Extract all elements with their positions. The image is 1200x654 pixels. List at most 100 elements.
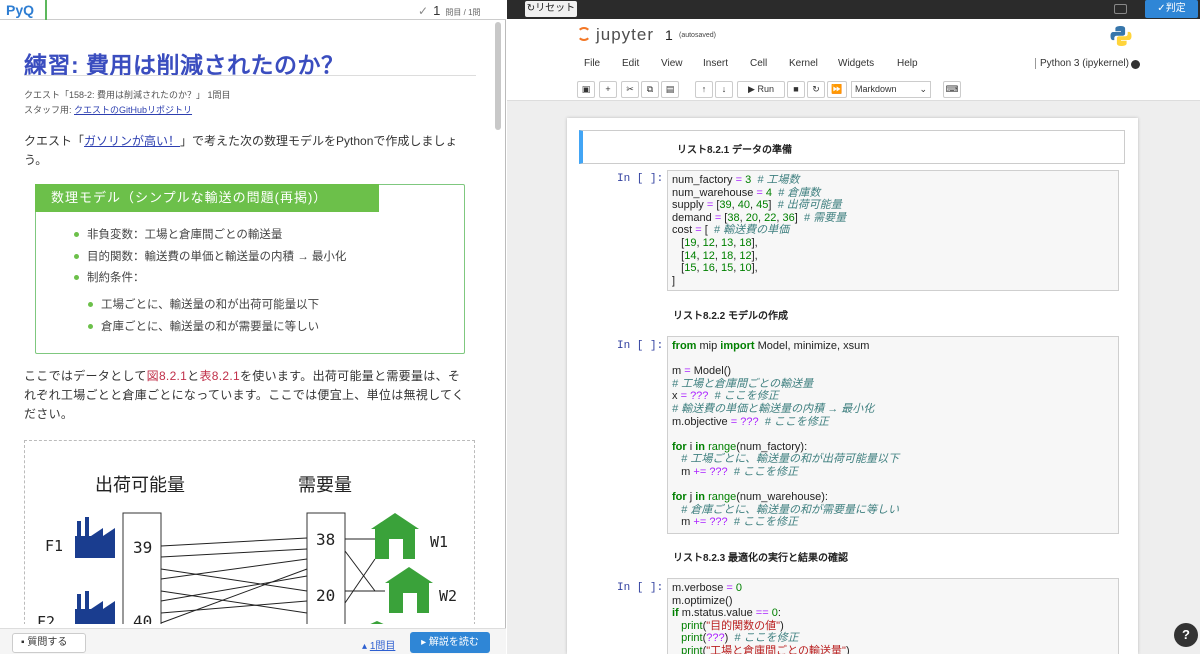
factory-icon bbox=[75, 591, 115, 624]
read-explanation-button[interactable]: ▸ 解説を読む bbox=[410, 632, 490, 653]
refresh-icon: ↻ bbox=[526, 3, 536, 14]
title-divider bbox=[24, 75, 476, 76]
check-icon: ✓ bbox=[418, 4, 429, 18]
supply-value: 39 bbox=[133, 538, 152, 557]
supply-value: 40 bbox=[133, 612, 152, 624]
jupyter-header: jupyter 1 (autosaved) File Edit View Ins… bbox=[507, 19, 1200, 101]
quest-name: クエスト「158-2: 費用は削減されたのか？」 bbox=[24, 90, 206, 100]
model-item: 非負変数：工場と倉庫間ごとの輸送量 bbox=[74, 226, 282, 242]
transport-diagram: 出荷可能量 需要量 39 40 38 20 F1 F2 W1 W2 bbox=[37, 475, 457, 624]
notebook-name[interactable]: 1 bbox=[665, 27, 673, 43]
menu-insert[interactable]: Insert bbox=[703, 58, 728, 69]
model-header: 数理モデル（シンプルな輸送の問題(再掲)） bbox=[35, 184, 379, 212]
factory-label: F1 bbox=[45, 537, 63, 555]
notebook-scrollbar[interactable] bbox=[1191, 101, 1199, 654]
judge-button[interactable]: ✓判定 bbox=[1145, 0, 1198, 18]
menu-view[interactable]: View bbox=[661, 58, 683, 69]
menu-help[interactable]: Help bbox=[897, 58, 918, 69]
add-cell-icon[interactable]: + bbox=[599, 81, 617, 98]
jupyter-logo[interactable]: jupyter bbox=[577, 25, 654, 45]
notebook-cells[interactable]: リスト8.2.1 データの準備 In [ ]: num_factory = 3 … bbox=[567, 118, 1138, 654]
command-palette-icon[interactable]: ⌨ bbox=[943, 81, 961, 98]
quest-link[interactable]: ガソリンが高い！ bbox=[84, 134, 180, 148]
stop-icon[interactable]: ■ bbox=[787, 81, 805, 98]
chat-icon: ▪ bbox=[21, 637, 25, 648]
check-icon: ✓ bbox=[1157, 3, 1166, 14]
warehouse-icon bbox=[370, 621, 384, 624]
cut-icon[interactable]: ✂ bbox=[621, 81, 639, 98]
transport-figure: 出荷可能量 需要量 39 40 38 20 F1 F2 W1 W2 bbox=[24, 440, 475, 624]
warehouse-icon bbox=[385, 567, 433, 613]
progress-accent bbox=[45, 0, 47, 20]
intro-prefix: クエスト「 bbox=[24, 134, 85, 148]
play-icon: ▸ bbox=[421, 637, 427, 648]
chevron-down-icon: ⌄ bbox=[919, 84, 927, 94]
cell-heading: リスト8.2.3 最適化の実行と結果の確認 bbox=[673, 553, 849, 564]
model-subitem: 工場ごとに、輸送量の和が出荷可能量以下 bbox=[88, 296, 319, 312]
markdown-cell-selected[interactable]: リスト8.2.1 データの準備 bbox=[579, 130, 1125, 164]
lesson-content[interactable]: 練習: 費用は削減されたのか？ クエスト「158-2: 費用は削減されたのか？」… bbox=[0, 20, 492, 624]
progress-label: 問目 / 1問 bbox=[445, 8, 481, 17]
cell-prompt: In [ ]: bbox=[617, 582, 664, 594]
supply-heading: 出荷可能量 bbox=[95, 475, 185, 496]
copy-icon[interactable]: ⧉ bbox=[641, 81, 659, 98]
run-button[interactable]: ▶ Run bbox=[737, 81, 785, 98]
figure-ref: 図8.2.1 bbox=[146, 369, 188, 383]
github-link[interactable]: クエストのGitHubリポジトリ bbox=[74, 105, 192, 115]
reset-button[interactable]: ↻リセット bbox=[525, 1, 577, 17]
pyq-logo[interactable]: PyQ bbox=[6, 2, 34, 18]
python-icon bbox=[1110, 26, 1132, 46]
cell-prompt: In [ ]: bbox=[617, 173, 664, 185]
save-icon[interactable]: ▣ bbox=[577, 81, 595, 98]
help-button[interactable]: ? bbox=[1174, 623, 1198, 647]
autosave-status: (autosaved) bbox=[679, 32, 716, 39]
quest-count: 1問目 bbox=[205, 90, 231, 100]
menu-cell[interactable]: Cell bbox=[750, 58, 767, 69]
intro-paragraph: クエスト「ガソリンが高い！」で考えた次の数理モデルをPythonで作成しましょう… bbox=[24, 132, 474, 170]
kernel-indicator[interactable]: Python 3 (ipykernel) bbox=[1035, 58, 1129, 69]
lesson-panel: PyQ ✓ 1 問目 / 1問 練習: 費用は削減されたのか？ クエスト「158… bbox=[0, 0, 506, 654]
fast-forward-icon[interactable]: ⏩ bbox=[827, 81, 847, 98]
paste-icon[interactable]: ▤ bbox=[661, 81, 679, 98]
data-paragraph: ここではデータとして図8.2.1と表8.2.1を使います。出荷可能量と需要量は、… bbox=[24, 369, 465, 421]
model-item: 目的関数：輸送費の単価と輸送量の内積 → 最小化 bbox=[74, 248, 346, 264]
menu-kernel[interactable]: Kernel bbox=[789, 58, 818, 69]
notebook-toolbar: ▣ + ✂ ⧉ ▤ ↑ ↓ ▶ Run ■ ↻ ⏩ Markdown ⌄ ⌨ bbox=[507, 81, 1200, 101]
table-ref: 表8.2.1 bbox=[199, 369, 240, 383]
lesson-footer: ▪ 質問する ▴ 1問目 ▸ 解説を読む bbox=[0, 628, 506, 654]
menu-widgets[interactable]: Widgets bbox=[838, 58, 874, 69]
menu-edit[interactable]: Edit bbox=[622, 58, 639, 69]
quest-info: クエスト「158-2: 費用は削減されたのか？」 1問目 bbox=[24, 88, 231, 101]
question-progress: ✓ 1 問目 / 1問 bbox=[418, 3, 481, 18]
warehouse-label: W2 bbox=[439, 587, 457, 605]
code-cell[interactable]: m.verbose = 0 m.optimize() if m.status.v… bbox=[667, 578, 1119, 654]
route-lines bbox=[160, 537, 385, 624]
kernel-status-icon bbox=[1131, 60, 1140, 69]
demand-heading: 需要量 bbox=[298, 475, 352, 496]
menu-file[interactable]: File bbox=[584, 58, 600, 69]
factory-icon bbox=[75, 517, 115, 558]
factory-label: F2 bbox=[37, 613, 55, 624]
move-up-icon[interactable]: ↑ bbox=[695, 81, 713, 98]
staff-info: スタッフ用: クエストのGitHubリポジトリ bbox=[24, 103, 192, 116]
model-subitem: 倉庫ごとに、輸送量の和が需要量に等しい bbox=[88, 318, 319, 334]
warehouse-label: W1 bbox=[430, 533, 448, 551]
progress-count: 1 bbox=[433, 3, 441, 18]
demand-value: 38 bbox=[316, 530, 335, 549]
model-box: 数理モデル（シンプルな輸送の問題(再掲)） 非負変数：工場と倉庫間ごとの輸送量 … bbox=[35, 184, 465, 354]
editor-topbar: ↻リセット ✓判定 bbox=[507, 0, 1200, 19]
question-nav[interactable]: ▴ 1問目 bbox=[362, 637, 395, 652]
cell-type-select[interactable]: Markdown ⌄ bbox=[851, 81, 931, 98]
lesson-topbar: PyQ ✓ 1 問目 / 1問 bbox=[0, 0, 506, 20]
model-item: 制約条件： bbox=[74, 269, 145, 285]
restart-icon[interactable]: ↻ bbox=[807, 81, 825, 98]
cell-heading: リスト8.2.1 データの準備 bbox=[677, 145, 793, 156]
keyboard-icon[interactable] bbox=[1114, 4, 1127, 14]
jupyter-panel: ↻リセット ✓判定 jupyter 1 (autosaved) File Edi… bbox=[507, 0, 1200, 654]
move-down-icon[interactable]: ↓ bbox=[715, 81, 733, 98]
code-cell[interactable]: num_factory = 3 # 工場数 num_warehouse = 4 … bbox=[667, 170, 1119, 291]
code-cell[interactable]: from mip import Model, minimize, xsum m … bbox=[667, 336, 1119, 534]
ask-question-button[interactable]: ▪ 質問する bbox=[12, 633, 86, 653]
cell-prompt: In [ ]: bbox=[617, 340, 664, 352]
lesson-scrollbar[interactable] bbox=[494, 20, 502, 624]
